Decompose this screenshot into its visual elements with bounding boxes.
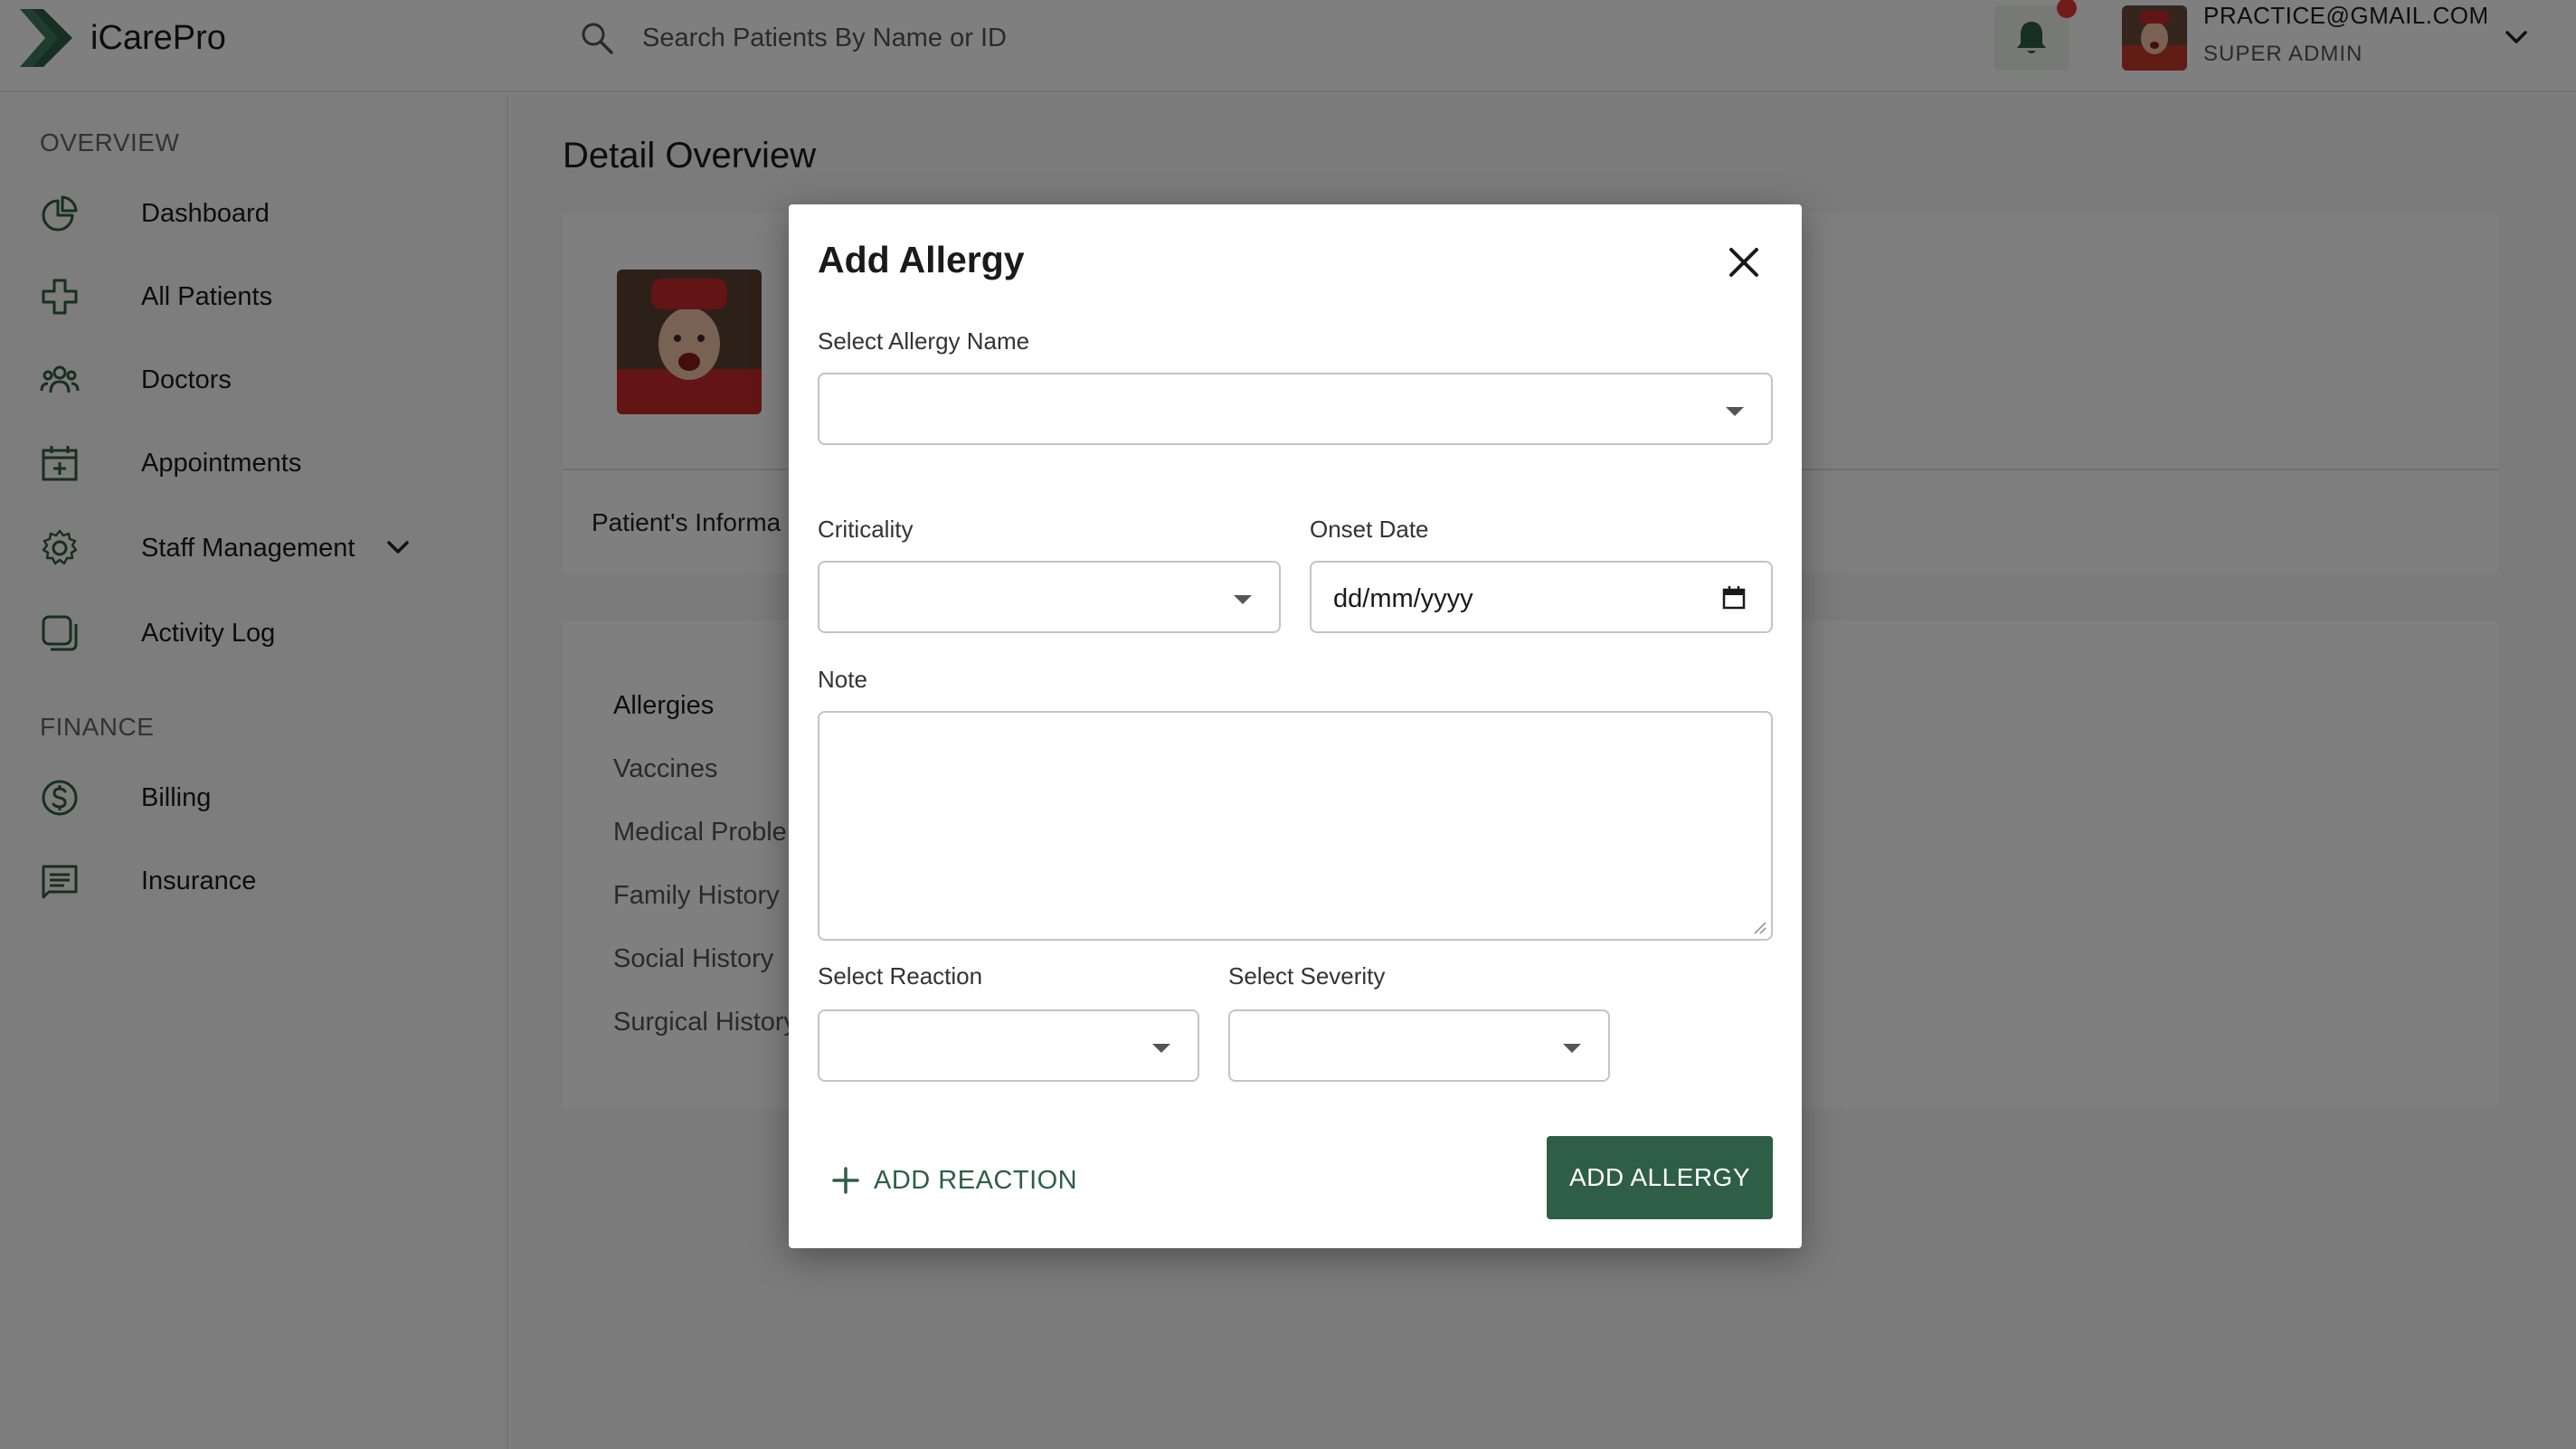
allergy-name-select[interactable] xyxy=(818,373,1773,445)
plus-icon xyxy=(832,1167,859,1194)
severity-label: Select Severity xyxy=(1228,962,1386,990)
note-label: Note xyxy=(818,666,867,693)
dropdown-caret-icon xyxy=(1152,1044,1170,1053)
calendar-icon[interactable] xyxy=(1720,584,1747,611)
onset-date-input[interactable]: dd/mm/yyyy xyxy=(1310,561,1773,633)
add-allergy-dialog: Add Allergy Select Allergy Name Critical… xyxy=(789,204,1802,1248)
add-reaction-label: ADD REACTION xyxy=(874,1165,1078,1195)
date-placeholder: dd/mm/yyyy xyxy=(1333,584,1473,613)
allergy-name-label: Select Allergy Name xyxy=(818,327,1030,355)
severity-select[interactable] xyxy=(1228,1009,1610,1082)
dropdown-caret-icon xyxy=(1563,1044,1581,1053)
close-icon[interactable] xyxy=(1726,244,1762,280)
criticality-label: Criticality xyxy=(818,516,914,543)
dialog-title: Add Allergy xyxy=(818,239,1025,280)
reaction-select[interactable] xyxy=(818,1009,1199,1082)
reaction-label: Select Reaction xyxy=(818,962,983,990)
note-textarea[interactable] xyxy=(818,711,1773,941)
add-allergy-button[interactable]: ADD ALLERGY xyxy=(1547,1136,1773,1219)
onset-date-label: Onset Date xyxy=(1310,516,1429,543)
dropdown-caret-icon xyxy=(1234,595,1252,604)
add-reaction-button[interactable]: ADD REACTION xyxy=(830,1165,1077,1196)
criticality-select[interactable] xyxy=(818,561,1281,633)
resize-handle-icon[interactable] xyxy=(1751,919,1767,935)
dropdown-caret-icon xyxy=(1726,407,1744,416)
